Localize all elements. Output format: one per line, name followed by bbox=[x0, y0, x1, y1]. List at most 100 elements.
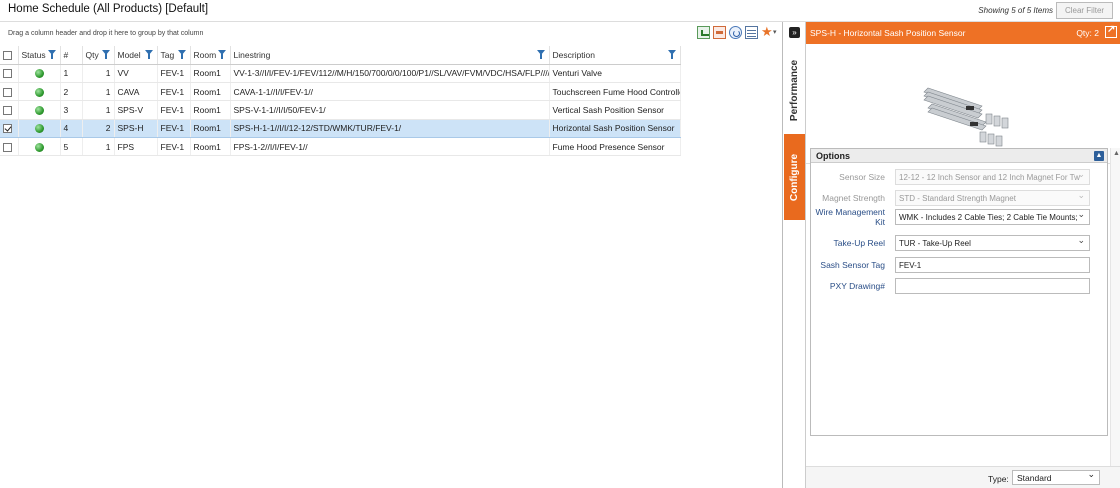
table-row[interactable]: 5 1 FPS FEV-1 Room1 FPS-1-2//I/I/FEV-1//Fume … bbox=[0, 137, 681, 157]
room-cell: Room1 bbox=[190, 100, 231, 120]
table-row[interactable]: 3 1 SPS-V FEV-1 Room1 SPS-V-1-1//I/I/50/FEV-1… bbox=[0, 100, 681, 120]
linestring-cell: SPS-V-1-1//I/I/50/FEV-1/ bbox=[230, 100, 550, 120]
open-external-icon[interactable] bbox=[1105, 24, 1117, 38]
option-select: 12-12 - 12 Inch Sensor and 12 Inch Magne… bbox=[895, 169, 1090, 185]
status-cell bbox=[18, 118, 61, 139]
room-cell: Room1 bbox=[190, 118, 231, 139]
tag-cell: FEV-1 bbox=[157, 82, 191, 102]
status-cell bbox=[18, 100, 61, 120]
row-checkbox[interactable] bbox=[3, 106, 12, 116]
option-label: PXY Drawing# bbox=[829, 281, 885, 291]
status-ok-icon bbox=[34, 142, 44, 152]
configure-panel: SPS-H - Horizontal Sash Position Sensor … bbox=[805, 22, 1120, 488]
filter-icon[interactable] bbox=[667, 50, 677, 60]
row-checkbox[interactable] bbox=[3, 124, 12, 134]
column-header-qty[interactable]: Qty bbox=[82, 46, 115, 65]
sash-sensor-image bbox=[923, 87, 1009, 147]
option-row: Take-Up Reel TUR - Take-Up Reel bbox=[811, 235, 1109, 252]
qty-cell: 1 bbox=[82, 100, 115, 120]
filter-icon[interactable] bbox=[144, 50, 154, 60]
description-cell: Venturi Valve bbox=[549, 64, 681, 83]
row-checkbox-cell bbox=[0, 82, 19, 102]
linestring-cell: SPS-H-1-1//I/I/12-12/STD/WMK/TUR/FEV-1/ bbox=[230, 118, 550, 139]
linestring-cell: VV-1-3//I/I/FEV-1/FEV/112//M/H/150/700/0… bbox=[230, 64, 550, 83]
option-label: Sensor Size bbox=[839, 172, 885, 182]
option-row: Sensor Size 12-12 - 12 Inch Sensor and 12… bbox=[811, 169, 1109, 186]
status-cell bbox=[18, 137, 61, 157]
option-input[interactable]: FEV-1 bbox=[895, 257, 1090, 273]
option-select[interactable]: WMK - Includes 2 Cable Ties; 2 Cable Tie… bbox=[895, 209, 1090, 225]
option-label: Sash Sensor Tag bbox=[820, 260, 885, 270]
product-qty: Qty: 2 bbox=[1076, 28, 1099, 38]
clear-filter-button[interactable]: Clear Filter bbox=[1056, 2, 1113, 19]
description-cell: Vertical Sash Position Sensor bbox=[549, 100, 681, 120]
option-label: Wire Management Kit bbox=[815, 207, 885, 227]
table-header-row: Status # Qty Model Tag Room Linestring D… bbox=[0, 46, 681, 65]
row-checkbox-cell bbox=[0, 118, 19, 139]
refresh-icon[interactable] bbox=[729, 26, 742, 39]
side-tab-strip: » Performance Configure bbox=[784, 22, 805, 488]
column-header-model[interactable]: Model bbox=[114, 46, 158, 65]
option-row: Magnet Strength STD - Standard Strength M… bbox=[811, 190, 1109, 207]
column-chooser-icon[interactable] bbox=[745, 26, 758, 39]
model-cell: FPS bbox=[114, 137, 158, 157]
number-cell: 5 bbox=[60, 137, 83, 157]
tag-cell: FEV-1 bbox=[157, 64, 191, 83]
type-label: Type: bbox=[988, 474, 1009, 484]
column-header-status[interactable]: Status bbox=[18, 46, 61, 65]
type-select[interactable]: Standard bbox=[1012, 469, 1100, 485]
option-select: STD - Standard Strength Magnet bbox=[895, 190, 1090, 206]
product-title: SPS-H - Horizontal Sash Position Sensor bbox=[810, 28, 966, 38]
tab-configure[interactable]: Configure bbox=[784, 134, 805, 220]
filter-icon[interactable] bbox=[177, 50, 187, 60]
scroll-up-arrow[interactable]: ▲ bbox=[1113, 150, 1120, 157]
status-ok-icon bbox=[34, 106, 44, 116]
option-row: Wire Management Kit WMK - Includes 2 Cabl… bbox=[811, 207, 1109, 227]
tag-cell: FEV-1 bbox=[157, 100, 191, 120]
linestring-cell: FPS-1-2//I/I/FEV-1// bbox=[230, 137, 550, 157]
number-cell: 1 bbox=[60, 64, 83, 83]
schedule-grid-panel: Drag a column header and drop it here to… bbox=[0, 22, 783, 488]
options-scrollbar[interactable]: ▲ ▼ bbox=[1110, 148, 1120, 488]
column-header-number[interactable]: # bbox=[60, 46, 83, 65]
export-pdf-icon[interactable] bbox=[713, 26, 726, 39]
filter-icon[interactable] bbox=[101, 50, 111, 60]
select-all-checkbox[interactable] bbox=[3, 50, 12, 60]
row-checkbox-cell bbox=[0, 64, 19, 83]
row-checkbox[interactable] bbox=[3, 87, 12, 97]
select-all-header[interactable] bbox=[0, 46, 19, 65]
favorites-star-icon[interactable]: ★ bbox=[761, 25, 779, 39]
column-header-tag[interactable]: Tag bbox=[157, 46, 191, 65]
qty-cell: 1 bbox=[82, 82, 115, 102]
model-cell: SPS-H bbox=[114, 118, 158, 139]
table-row[interactable]: 1 1 VV FEV-1 Room1 VV-1-3//I/I/FEV-1/FEV/112/… bbox=[0, 64, 681, 83]
number-cell: 4 bbox=[60, 118, 83, 139]
description-cell: Horizontal Sash Position Sensor bbox=[549, 118, 681, 139]
filter-icon[interactable] bbox=[47, 50, 57, 60]
collapse-panel-icon[interactable]: » bbox=[789, 27, 800, 38]
option-input[interactable] bbox=[895, 278, 1090, 294]
schedule-table: Status # Qty Model Tag Room Linestring D… bbox=[0, 46, 681, 157]
model-cell: VV bbox=[114, 64, 158, 83]
column-header-linestring[interactable]: Linestring bbox=[230, 46, 550, 65]
filter-icon[interactable] bbox=[536, 50, 546, 60]
options-header: Options ▲ bbox=[811, 149, 1107, 163]
tag-cell: FEV-1 bbox=[157, 118, 191, 139]
table-row[interactable]: 4 2 SPS-H FEV-1 Room1 SPS-H-1-1//I/I/12-12/ST… bbox=[0, 118, 681, 139]
column-header-room[interactable]: Room bbox=[190, 46, 231, 65]
column-header-description[interactable]: Description bbox=[549, 46, 681, 65]
filter-icon[interactable] bbox=[217, 50, 227, 60]
number-cell: 3 bbox=[60, 100, 83, 120]
option-select[interactable]: TUR - Take-Up Reel bbox=[895, 235, 1090, 251]
collapse-options-icon[interactable]: ▲ bbox=[1094, 151, 1104, 161]
export-excel-icon[interactable] bbox=[697, 26, 710, 39]
description-cell: Fume Hood Presence Sensor bbox=[549, 137, 681, 157]
tab-performance[interactable]: Performance bbox=[784, 46, 805, 136]
row-checkbox[interactable] bbox=[3, 142, 12, 152]
product-image: • • • bbox=[806, 44, 1120, 168]
qty-cell: 1 bbox=[82, 64, 115, 83]
table-row[interactable]: 2 1 CAVA FEV-1 Room1 CAVA-1-1//I/I/FEV-1//Tou… bbox=[0, 82, 681, 102]
title-bar: Home Schedule (All Products) [Default] S… bbox=[0, 0, 1120, 22]
row-checkbox[interactable] bbox=[3, 69, 12, 79]
model-cell: SPS-V bbox=[114, 100, 158, 120]
